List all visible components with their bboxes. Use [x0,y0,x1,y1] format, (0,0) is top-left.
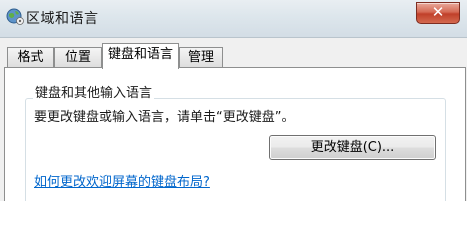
tab-strip: 格式 位置 键盘和语言 管理 [0,38,467,69]
welcome-screen-keyboard-help-link[interactable]: 如何更改欢迎屏幕的键盘布局? [34,171,210,190]
groupbox-title: 键盘和其他输入语言 [33,82,155,101]
close-button[interactable]: ✕ [416,2,460,24]
tab-label: 位置 [64,50,91,65]
window-title: 区域和语言 [26,11,99,27]
tab-label: 键盘和语言 [107,47,173,62]
region-language-icon [6,8,24,25]
title-bar: 区域和语言 ✕ [0,0,467,38]
tab-administrative[interactable]: 管理 [179,47,223,68]
region-language-dialog: 区域和语言 ✕ 格式 位置 键盘和语言 管理 键盘和其他输入语言 要更改键盘或输… [0,0,467,201]
tab-panel: 键盘和其他输入语言 要更改键盘或输入语言，请单击“更改键盘”。 更改键盘(C).… [4,67,466,201]
instruction-text: 要更改键盘或输入语言，请单击“更改键盘”。 [34,110,295,125]
close-icon: ✕ [431,3,445,21]
tab-location[interactable]: 位置 [54,47,102,68]
tab-keyboards-languages[interactable]: 键盘和语言 [102,43,179,69]
tab-formats[interactable]: 格式 [7,47,54,68]
tab-label: 管理 [187,50,214,65]
tab-label: 格式 [17,50,44,65]
change-keyboards-button[interactable]: 更改键盘(C)... [269,135,436,160]
